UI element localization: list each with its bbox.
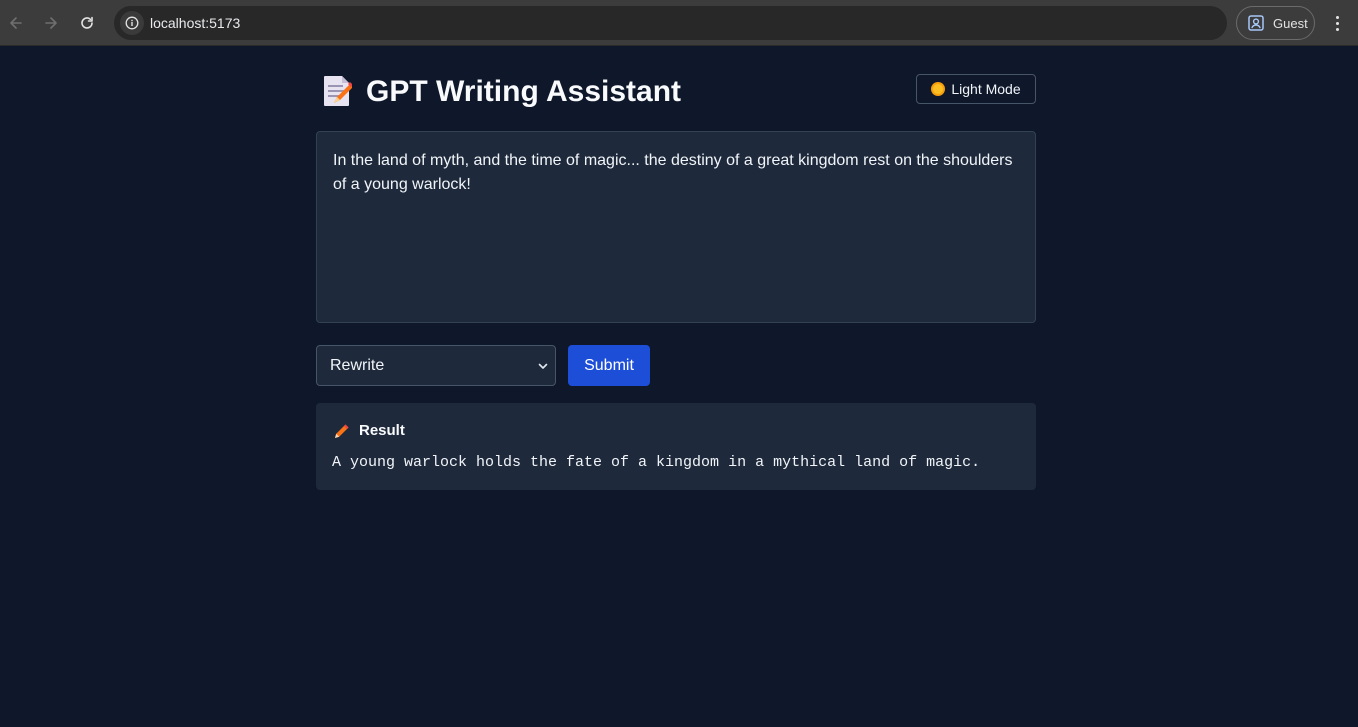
chevron-down-icon [538, 363, 548, 369]
profile-button[interactable]: Guest [1236, 6, 1315, 40]
site-info-button[interactable] [120, 11, 144, 35]
more-vert-icon [1335, 15, 1339, 19]
theme-toggle-label: Light Mode [951, 81, 1021, 97]
mode-select[interactable]: Rewrite [316, 345, 556, 386]
address-bar[interactable]: localhost:5173 [114, 6, 1227, 40]
result-panel: Result A young warlock holds the fate of… [316, 403, 1036, 490]
profile-label: Guest [1273, 15, 1308, 31]
info-icon [125, 16, 139, 30]
arrow-right-icon [45, 17, 57, 29]
memo-icon [324, 76, 352, 106]
browser-toolbar: localhost:5173 Guest [0, 0, 1358, 46]
reload-icon [81, 16, 93, 29]
browser-menu-button[interactable] [1326, 11, 1348, 35]
page-title: GPT Writing Assistant [366, 75, 682, 108]
mode-select-value: Rewrite [330, 357, 385, 374]
text-input[interactable]: In the land of myth, and the time of mag… [316, 131, 1036, 323]
submit-button[interactable]: Submit [568, 345, 650, 386]
result-text: A young warlock holds the fate of a king… [332, 454, 981, 471]
sun-icon [931, 82, 946, 96]
url-text[interactable]: localhost:5173 [150, 15, 240, 31]
reload-button[interactable] [75, 11, 99, 35]
pencil-icon [335, 424, 349, 438]
profile-icon [1248, 15, 1264, 31]
back-button[interactable] [4, 11, 28, 35]
result-header: Result [333, 421, 405, 441]
app-header: GPT Writing Assistant Light Mode [316, 73, 1036, 113]
forward-button[interactable] [39, 11, 63, 35]
arrow-left-icon [10, 17, 22, 29]
result-label: Result [359, 422, 405, 439]
theme-toggle-button[interactable]: Light Mode [916, 74, 1036, 104]
